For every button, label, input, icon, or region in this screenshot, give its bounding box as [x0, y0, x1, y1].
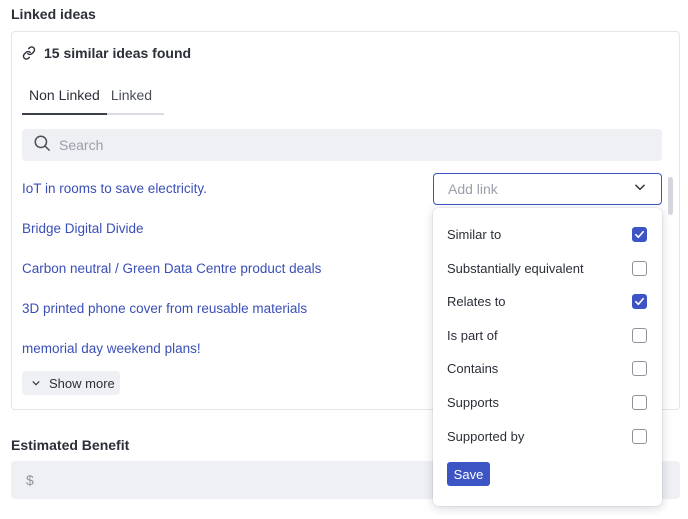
link-option-is-part-of[interactable]: Is part of	[447, 325, 647, 345]
similar-ideas-header: 15 similar ideas found	[22, 45, 191, 61]
add-link-placeholder: Add link	[448, 181, 498, 197]
link-option-supports[interactable]: Supports	[447, 392, 647, 412]
link-option-label: Is part of	[447, 327, 498, 343]
search-box	[22, 129, 662, 161]
link-option-substantially-equivalent[interactable]: Substantially equivalent	[447, 258, 647, 278]
checkbox-substantially-equivalent[interactable]	[632, 260, 647, 276]
idea-link-iot[interactable]: IoT in rooms to save electricity.	[22, 181, 207, 196]
add-link-dropdown: Similar to Substantially equivalent Rela…	[433, 208, 662, 506]
chevron-down-icon	[31, 376, 41, 391]
tab-linked[interactable]: Linked	[106, 84, 165, 115]
save-button[interactable]: Save	[447, 462, 490, 486]
chevron-down-icon	[633, 180, 647, 199]
idea-link-carbon-neutral[interactable]: Carbon neutral / Green Data Centre produ…	[22, 261, 321, 276]
link-option-contains[interactable]: Contains	[447, 358, 647, 378]
tab-non-linked[interactable]: Non Linked	[22, 84, 107, 115]
search-input[interactable]	[59, 137, 619, 153]
link-option-relates-to[interactable]: Relates to	[447, 291, 647, 311]
link-option-supported-by[interactable]: Supported by	[447, 426, 647, 446]
link-option-label: Relates to	[447, 293, 506, 309]
show-more-label: Show more	[49, 375, 115, 391]
similar-ideas-count: 15 similar ideas found	[44, 45, 192, 61]
link-option-label: Similar to	[447, 226, 502, 242]
idea-link-memorial-day[interactable]: memorial day weekend plans!	[22, 341, 201, 356]
currency-symbol: $	[26, 472, 34, 488]
linked-ideas-title: Linked ideas	[11, 6, 96, 22]
checkbox-supports[interactable]	[632, 394, 647, 410]
link-option-label: Supports	[447, 394, 500, 410]
link-option-label: Contains	[447, 360, 499, 376]
link-icon	[22, 46, 36, 60]
checkbox-relates-to[interactable]	[632, 293, 647, 309]
add-link-select[interactable]: Add link	[433, 173, 662, 205]
link-option-similar-to[interactable]: Similar to	[447, 224, 647, 244]
search-icon	[33, 134, 51, 157]
ideas-tabs: Non Linked Linked	[22, 84, 165, 115]
estimated-benefit-label: Estimated Benefit	[11, 437, 130, 453]
checkbox-supported-by[interactable]	[632, 428, 647, 444]
idea-link-bridge-digital-divide[interactable]: Bridge Digital Divide	[22, 221, 144, 236]
idea-link-3d-printed-cover[interactable]: 3D printed phone cover from reusable mat…	[22, 301, 307, 316]
checkbox-similar-to[interactable]	[632, 226, 647, 242]
checkbox-contains[interactable]	[632, 360, 647, 376]
link-option-label: Substantially equivalent	[447, 260, 584, 276]
link-option-label: Supported by	[447, 428, 525, 444]
scrollbar-thumb[interactable]	[668, 177, 673, 215]
checkbox-is-part-of[interactable]	[632, 327, 647, 343]
show-more-button[interactable]: Show more	[22, 371, 120, 395]
